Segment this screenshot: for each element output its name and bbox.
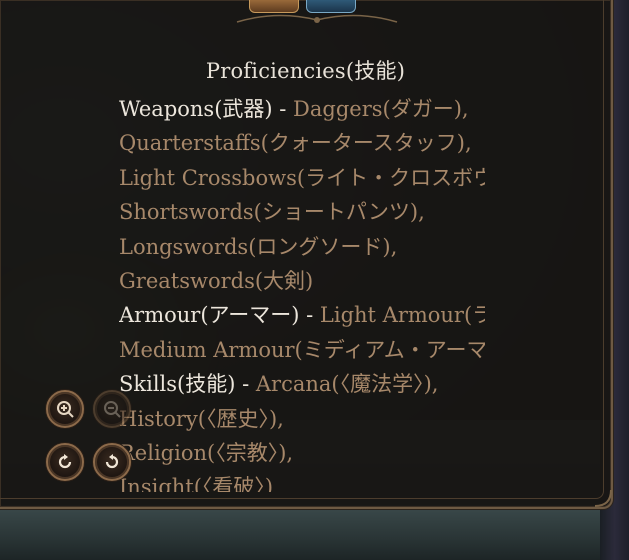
corner-ornament (594, 489, 612, 507)
proficiency-value: Longswords(ロングソード), (119, 234, 398, 259)
category-label: Armour(アーマー) (119, 303, 300, 328)
proficiency-line: Religion(〈宗教〉), (119, 436, 485, 470)
category-label: Weapons(武器) (119, 97, 273, 121)
background-stone-floor (0, 505, 629, 560)
rotate-counterclockwise-icon (105, 454, 119, 469)
proficiency-line: Medium Armour(ミディアム・アーマー) (119, 333, 485, 367)
proficiency-line: Insight(〈看破〉) (119, 470, 485, 492)
category-label: Skills(技能) (119, 372, 236, 397)
proficiency-line: Greatswords(大剣) (119, 264, 485, 298)
proficiencies-panel: Proficiencies(技能) Weapons(武器) - Daggers(… (0, 0, 613, 509)
zoom-out-icon (104, 401, 121, 418)
category-separator: - (235, 372, 256, 397)
proficiency-value: Daggers(ダガー), (293, 97, 469, 121)
proficiency-line: Weapons(武器) - Daggers(ダガー), (119, 92, 485, 126)
proficiency-line: Shortswords(ショートパンツ), (119, 195, 485, 229)
spellbook-tab-icon[interactable] (249, 0, 299, 13)
proficiency-value: Shortswords(ショートパンツ), (119, 200, 425, 225)
proficiency-line: Light Crossbows(ライト・クロスボウ), (119, 161, 485, 195)
category-separator: - (299, 303, 320, 328)
proficiency-value: Greatswords(大剣) (119, 268, 314, 293)
zoom-in-icon (57, 401, 74, 418)
proficiency-line: Quarterstaffs(クォータースタッフ), (119, 126, 485, 160)
proficiency-line: Skills(技能) - Arcana(〈魔法学〉), (119, 367, 485, 401)
proficiency-value: Light Crossbows(ライト・クロスボウ), (119, 165, 485, 190)
proficiency-value: Quarterstaffs(クォータースタッフ), (119, 131, 472, 156)
proficiency-line: Longswords(ロングソード), (119, 230, 485, 264)
panel-title: Proficiencies(技能) (205, 59, 406, 83)
rotate-counterclockwise-button[interactable] (93, 443, 131, 481)
proficiency-value: Religion(〈宗教〉), (119, 440, 294, 465)
rotate-clockwise-icon (58, 454, 72, 469)
proficiency-line: Armour(アーマー) - Light Armour(ライト・アーマー), (119, 298, 485, 332)
rotate-clockwise-button[interactable] (46, 443, 84, 481)
proficiency-value: Arcana(〈魔法学〉), (255, 372, 439, 397)
proficiency-list: Weapons(武器) - Daggers(ダガー), Quarterstaff… (119, 92, 485, 492)
category-separator: - (272, 97, 294, 121)
proficiency-value: Insight(〈看破〉) (119, 475, 274, 492)
proficiency-value: History(〈歴史〉), (119, 406, 284, 431)
zoom-in-button[interactable] (46, 390, 84, 428)
proficiency-line: History(〈歴史〉), (119, 402, 485, 436)
proficiency-value: Medium Armour(ミディアム・アーマー) (119, 337, 485, 362)
zoom-out-button[interactable] (93, 390, 131, 428)
proficiency-value: Light Armour(ライト・アーマー), (319, 303, 485, 328)
spells-tab-icon[interactable] (306, 0, 356, 13)
